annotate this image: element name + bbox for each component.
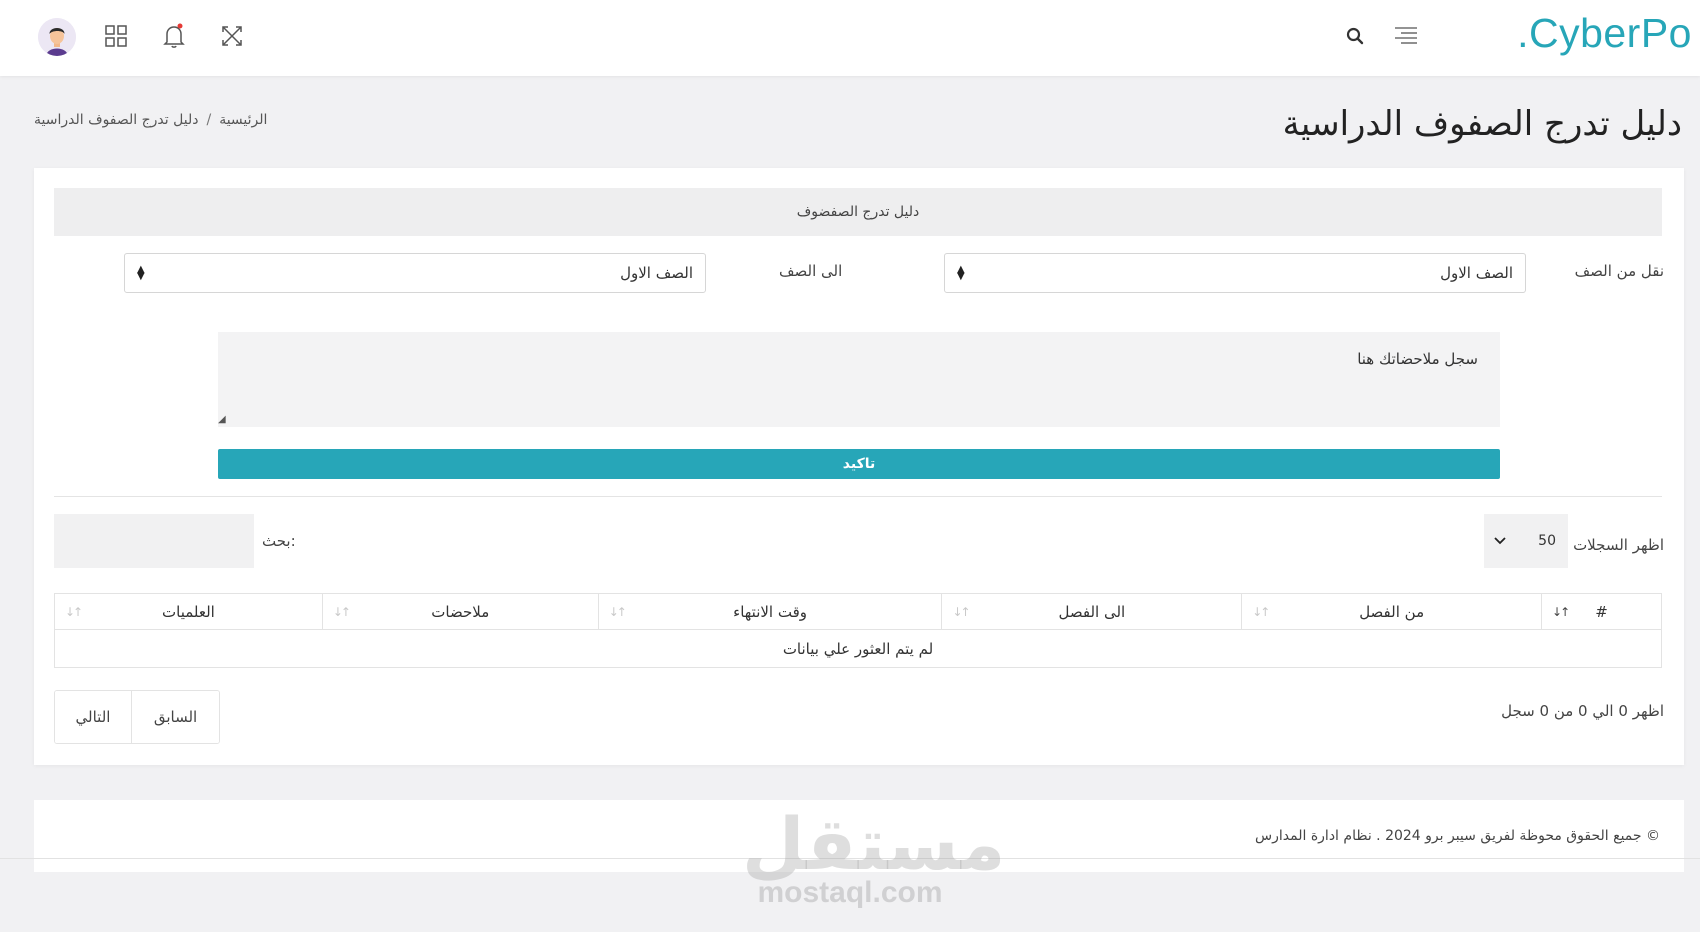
avatar[interactable] bbox=[38, 18, 76, 56]
apps-grid-icon[interactable] bbox=[98, 18, 134, 54]
from-class-value: الصف الاول bbox=[1440, 264, 1513, 282]
confirm-button[interactable]: تاكيد bbox=[218, 449, 1500, 479]
top-navbar: .CyberPo bbox=[0, 0, 1700, 76]
sort-icon: ↑↓ bbox=[1252, 605, 1270, 619]
sort-icon: ↑↓ bbox=[952, 605, 970, 619]
sort-asc-icon: ↑↓ bbox=[1552, 605, 1570, 619]
from-class-select[interactable]: الصف الاول ▲ ▼ bbox=[944, 253, 1526, 293]
to-class-value: الصف الاول bbox=[620, 264, 693, 282]
breadcrumb-home[interactable]: الرئيسية bbox=[219, 112, 267, 128]
select-arrows-icon: ▲ ▼ bbox=[957, 264, 965, 282]
column-header-end-time[interactable]: وقت الانتهاء ↑↓ bbox=[597, 593, 943, 630]
transfers-table: # ↑↓ من الفصل ↑↓ الى الفصل ↑↓ وقت الانتهاء ↑… bbox=[54, 593, 1662, 668]
table-header-row: # ↑↓ من الفصل ↑↓ الى الفصل ↑↓ وقت الانتهاء ↑… bbox=[54, 593, 1662, 630]
breadcrumb-separator: / bbox=[206, 112, 212, 128]
records-length-select[interactable]: 50 bbox=[1484, 514, 1568, 568]
sort-icon: ↑↓ bbox=[65, 605, 83, 619]
column-header-to-class[interactable]: الى الفصل ↑↓ bbox=[941, 593, 1243, 630]
chevron-down-icon bbox=[1494, 533, 1506, 549]
pagination-info: اظهر 0 الي 0 من 0 سجل bbox=[1501, 702, 1664, 720]
previous-page-button[interactable]: السابق bbox=[131, 691, 219, 743]
column-header-operations[interactable]: العلميات ↑↓ bbox=[54, 593, 323, 630]
records-length-value: 50 bbox=[1538, 533, 1556, 549]
sort-icon: ↑↓ bbox=[608, 605, 627, 619]
main-card: دليل تدرج الصفضوف نقل من الصف الصف الاول… bbox=[34, 168, 1684, 765]
pagination: التالي السابق bbox=[54, 690, 220, 744]
page-title: دليل تدرج الصفوف الدراسية bbox=[1282, 104, 1682, 144]
brand-logo[interactable]: .CyberPo bbox=[1517, 10, 1692, 57]
card-title: دليل تدرج الصفضوف bbox=[54, 188, 1662, 236]
to-class-label: الى الصف bbox=[779, 262, 843, 280]
records-length-label: اظهر السجلات bbox=[1573, 536, 1664, 554]
next-page-button[interactable]: التالي bbox=[55, 691, 131, 743]
fullscreen-icon[interactable] bbox=[214, 18, 250, 54]
select-arrows-icon: ▲ ▼ bbox=[137, 264, 145, 282]
column-header-index[interactable]: # ↑↓ bbox=[1541, 593, 1662, 630]
empty-table-message: لم يتم العثور علي بيانات bbox=[54, 629, 1662, 668]
to-class-select[interactable]: الصف الاول ▲ ▼ bbox=[124, 253, 706, 293]
menu-icon[interactable] bbox=[1388, 18, 1424, 54]
divider bbox=[54, 496, 1662, 497]
bell-icon[interactable] bbox=[156, 18, 192, 54]
watermark-latin: mostaql.com bbox=[757, 876, 943, 909]
breadcrumb-current: دليل تدرج الصفوف الدراسية bbox=[34, 112, 199, 128]
table-search-input[interactable] bbox=[54, 514, 254, 568]
column-header-from-class[interactable]: من الفصل ↑↓ bbox=[1241, 593, 1543, 630]
table-row: لم يتم العثور علي بيانات bbox=[54, 629, 1662, 668]
breadcrumb: الرئيسية / دليل تدرج الصفوف الدراسية bbox=[34, 112, 267, 128]
search-icon[interactable] bbox=[1337, 18, 1373, 54]
from-class-label: نقل من الصف bbox=[1574, 262, 1664, 280]
sort-icon: ↑↓ bbox=[332, 605, 351, 619]
search-label: بحث: bbox=[262, 532, 296, 550]
notes-textarea[interactable] bbox=[218, 332, 1500, 427]
watermark-arabic: مستقل bbox=[742, 802, 1006, 886]
footer-copyright: © جميع الحقوق محوظة لفريق سيبر برو 2024 … bbox=[1255, 828, 1660, 844]
column-header-notes[interactable]: ملاحضات ↑↓ bbox=[321, 593, 599, 630]
resize-handle-icon[interactable]: ◢ bbox=[218, 414, 226, 425]
